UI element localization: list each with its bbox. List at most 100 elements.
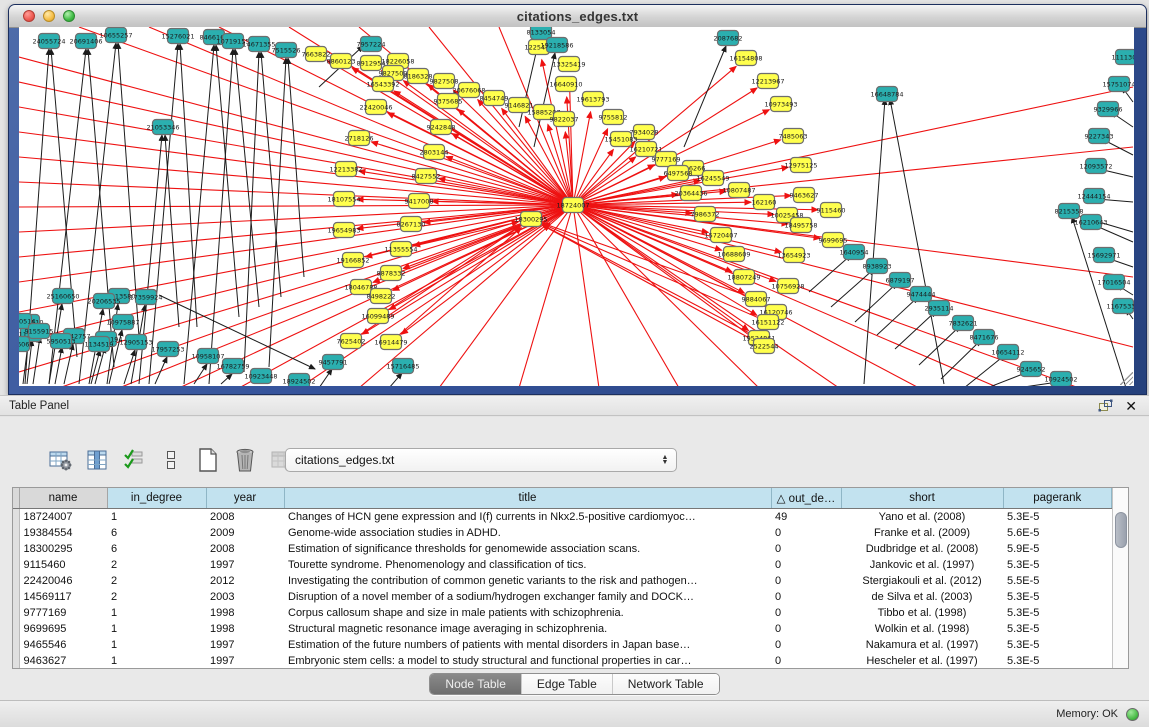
- graph-node[interactable]: 1134519: [85, 337, 114, 352]
- graph-node[interactable]: 10924502: [1044, 372, 1077, 387]
- graph-node[interactable]: 15692971: [1087, 248, 1120, 263]
- select-column-icon[interactable]: [83, 446, 111, 474]
- graph-node[interactable]: 9755812: [599, 110, 628, 125]
- new-document-icon[interactable]: [194, 446, 222, 474]
- graph-node[interactable]: 17016504: [1097, 275, 1130, 290]
- graph-edge[interactable]: [389, 373, 402, 386]
- table-cell[interactable]: 9699695: [19, 621, 107, 637]
- table-cell[interactable]: 1997: [206, 637, 284, 653]
- graph-node[interactable]: 16648784: [870, 87, 903, 102]
- graph-node[interactable]: 20691406: [69, 34, 102, 49]
- graph-node[interactable]: 9115460: [817, 203, 846, 218]
- table-row[interactable]: 2242004622012Investigating the contribut…: [13, 573, 1112, 589]
- graph-node[interactable]: 17957253: [151, 342, 184, 357]
- graph-node[interactable]: 9417008: [405, 194, 434, 209]
- graph-node[interactable]: 8186328: [404, 69, 433, 84]
- table-cell[interactable]: 6: [107, 541, 206, 557]
- scrollbar-thumb[interactable]: [1115, 512, 1127, 548]
- graph-node[interactable]: 11355554: [384, 242, 417, 257]
- table-cell[interactable]: 5.3E-5: [1003, 605, 1112, 621]
- graph-node[interactable]: 12905153: [119, 335, 152, 350]
- table-row[interactable]: 1938455462009Genome-wide association stu…: [13, 525, 1112, 541]
- graph-node[interactable]: 16640910: [549, 77, 582, 92]
- graph-node[interactable]: 12444154: [1077, 189, 1110, 204]
- graph-edge[interactable]: [55, 347, 62, 384]
- graph-node[interactable]: 18807249: [727, 270, 760, 285]
- graph-node[interactable]: 7515526: [272, 43, 301, 58]
- float-panel-icon[interactable]: [1098, 399, 1113, 412]
- graph-node[interactable]: 9699695: [819, 233, 848, 248]
- table-cell[interactable]: 18724007: [19, 508, 107, 525]
- table-cell[interactable]: 2012: [206, 573, 284, 589]
- table-cell[interactable]: 9463627: [19, 653, 107, 669]
- graph-node[interactable]: 11675338: [1106, 299, 1134, 314]
- table-selector-combobox[interactable]: citations_edges.txt ▲▼: [285, 448, 677, 472]
- select-rows-icon[interactable]: [120, 446, 148, 474]
- table-cell[interactable]: 0: [771, 589, 841, 605]
- tab-network-table[interactable]: Network Table: [612, 674, 719, 694]
- graph-edge[interactable]: [269, 58, 286, 367]
- tab-edge-table[interactable]: Edge Table: [521, 674, 612, 694]
- table-cell[interactable]: 2003: [206, 589, 284, 605]
- graph-edge[interactable]: [124, 350, 135, 384]
- graph-node[interactable]: 9242848: [427, 120, 456, 135]
- table-cell[interactable]: Corpus callosum shape and size in male p…: [284, 605, 771, 621]
- table-cell[interactable]: 2009: [206, 525, 284, 541]
- graph-edge[interactable]: [877, 297, 918, 335]
- graph-node[interactable]: 9155915: [25, 324, 54, 339]
- table-header-row[interactable]: namein_degreeyeartitle△ out_de…shortpage…: [13, 488, 1112, 508]
- column-header[interactable]: △ out_de…: [771, 488, 841, 508]
- table-cell[interactable]: 5.3E-5: [1003, 621, 1112, 637]
- graph-node[interactable]: 9329966: [1094, 102, 1123, 117]
- table-row[interactable]: 911546021997Tourette syndrome. Phenomeno…: [13, 557, 1112, 573]
- table-cell[interactable]: 1: [107, 508, 206, 525]
- table-cell[interactable]: 18300295: [19, 541, 107, 557]
- column-header[interactable]: title: [284, 488, 771, 508]
- table-cell[interactable]: Franke et al. (2009): [841, 525, 1003, 541]
- graph-node[interactable]: 7485063: [779, 129, 808, 144]
- table-cell[interactable]: 1: [107, 605, 206, 621]
- table-row[interactable]: 946554611997Estimation of the future num…: [13, 637, 1112, 653]
- graph-edge[interactable]: [573, 150, 613, 205]
- graph-edge[interactable]: [194, 364, 207, 384]
- graph-node[interactable]: 13325419: [552, 57, 585, 72]
- table-cell[interactable]: 0: [771, 557, 841, 573]
- table-row[interactable]: 946362711997Embryonic stem cells: a mode…: [13, 653, 1112, 669]
- graph-edge[interactable]: [890, 99, 944, 384]
- table-cell[interactable]: Disruption of a novel member of a sodium…: [284, 589, 771, 605]
- graph-edge[interactable]: [216, 45, 239, 317]
- graph-node[interactable]: 16154808: [729, 51, 762, 66]
- graph-node[interactable]: 8878332: [377, 266, 406, 281]
- table-cell[interactable]: 5.3E-5: [1003, 637, 1112, 653]
- table-cell[interactable]: 0: [771, 541, 841, 557]
- table-cell[interactable]: 1997: [206, 557, 284, 573]
- table-cell[interactable]: 1997: [206, 653, 284, 669]
- table-row[interactable]: 977716911998Corpus callosum shape and si…: [13, 605, 1112, 621]
- graph-node[interactable]: 2935114: [925, 301, 954, 316]
- table-cell[interactable]: 2008: [206, 508, 284, 525]
- graph-node[interactable]: 12213382: [329, 162, 362, 177]
- table-cell[interactable]: Structural magnetic resonance image aver…: [284, 621, 771, 637]
- table-cell[interactable]: Embryonic stem cells: a model to study s…: [284, 653, 771, 669]
- table-cell[interactable]: 9777169: [19, 605, 107, 621]
- network-view-canvas[interactable]: 1872400788601238912954182260589827509818…: [19, 27, 1134, 386]
- graph-edge[interactable]: [831, 269, 874, 307]
- graph-node[interactable]: 19166852: [336, 253, 369, 268]
- delete-table-icon[interactable]: [231, 446, 259, 474]
- table-cell[interactable]: 9465546: [19, 637, 107, 653]
- graph-node[interactable]: 1111304: [1112, 50, 1134, 65]
- table-cell[interactable]: 1: [107, 653, 206, 669]
- table-cell[interactable]: Genome-wide association studies in ADHD.: [284, 525, 771, 541]
- graph-node[interactable]: 7625402: [337, 334, 366, 349]
- graph-edge[interactable]: [519, 205, 573, 386]
- graph-edge[interactable]: [19, 205, 573, 207]
- table-cell[interactable]: Changes of HCN gene expression and I(f) …: [284, 508, 771, 525]
- graph-node[interactable]: 9463627: [790, 188, 819, 203]
- table-cell[interactable]: 22420046: [19, 573, 107, 589]
- table-cell[interactable]: 5.3E-5: [1003, 653, 1112, 669]
- graph-node[interactable]: 5950513: [47, 334, 76, 349]
- graph-edge[interactable]: [64, 344, 73, 384]
- table-cell[interactable]: 5.3E-5: [1003, 508, 1112, 525]
- graph-edge[interactable]: [855, 283, 897, 322]
- graph-node[interactable]: 21053346: [146, 120, 179, 135]
